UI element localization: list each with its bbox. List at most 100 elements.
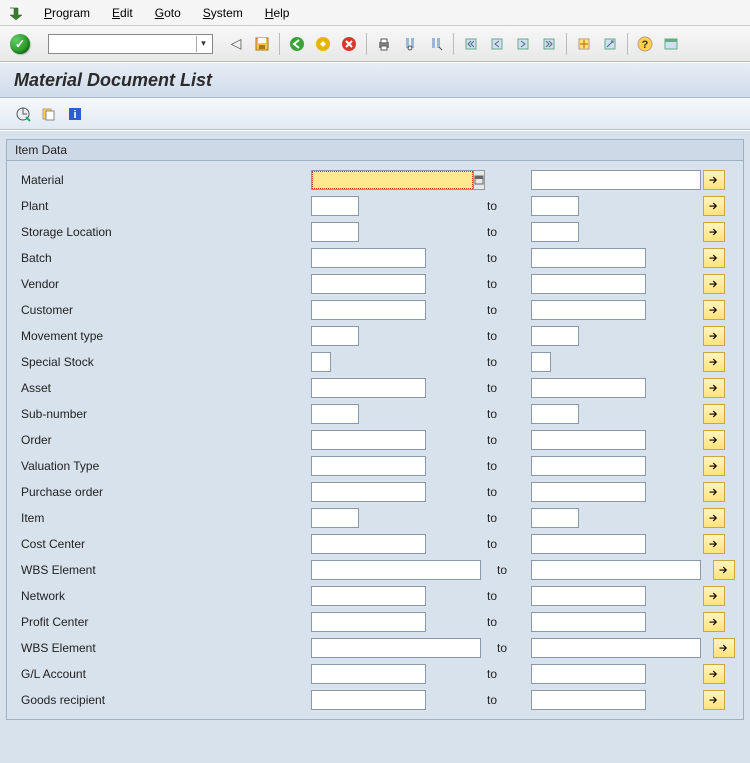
menu-goto[interactable]: Goto xyxy=(145,4,191,22)
from-input[interactable] xyxy=(311,456,426,476)
multiple-selection-button[interactable] xyxy=(703,612,725,632)
layout-button[interactable] xyxy=(660,33,682,55)
from-input[interactable] xyxy=(311,170,474,190)
find-next-button[interactable] xyxy=(425,33,447,55)
from-input[interactable] xyxy=(311,508,359,528)
to-input[interactable] xyxy=(531,404,579,424)
to-label: to xyxy=(481,459,531,473)
help-button[interactable]: ? xyxy=(634,33,656,55)
from-input[interactable] xyxy=(311,612,426,632)
execute-button[interactable] xyxy=(14,105,32,123)
to-input[interactable] xyxy=(531,170,701,190)
field-label: Profit Center xyxy=(21,615,311,629)
multiple-selection-button[interactable] xyxy=(703,586,725,606)
to-input[interactable] xyxy=(531,482,646,502)
multiple-selection-button[interactable] xyxy=(703,404,725,424)
from-input[interactable] xyxy=(311,638,481,658)
multiple-selection-button[interactable] xyxy=(703,300,725,320)
app-menu-icon[interactable] xyxy=(8,5,24,21)
cancel-button[interactable] xyxy=(338,33,360,55)
from-input[interactable] xyxy=(311,300,426,320)
to-input[interactable] xyxy=(531,326,579,346)
dropdown-icon[interactable]: ▾ xyxy=(196,36,210,52)
multiple-selection-button[interactable] xyxy=(703,456,725,476)
multiple-selection-button[interactable] xyxy=(703,248,725,268)
multiple-selection-button[interactable] xyxy=(703,196,725,216)
to-input[interactable] xyxy=(531,690,646,710)
multiple-selection-button[interactable] xyxy=(703,534,725,554)
multiple-selection-button[interactable] xyxy=(703,690,725,710)
from-input[interactable] xyxy=(311,326,359,346)
enter-button[interactable]: ✓ xyxy=(10,34,30,54)
multiple-selection-button[interactable] xyxy=(713,638,735,658)
menu-system[interactable]: System xyxy=(193,4,253,22)
shortcut-button[interactable] xyxy=(599,33,621,55)
menu-program[interactable]: Program xyxy=(34,4,100,22)
to-input[interactable] xyxy=(531,508,579,528)
find-button[interactable] xyxy=(399,33,421,55)
multiple-selection-button[interactable] xyxy=(703,508,725,528)
to-input[interactable] xyxy=(531,586,646,606)
get-variant-button[interactable] xyxy=(40,105,58,123)
row-item: Itemto xyxy=(7,505,743,531)
to-input[interactable] xyxy=(531,248,646,268)
menu-help[interactable]: Help xyxy=(255,4,300,22)
to-input[interactable] xyxy=(531,560,701,580)
multiple-selection-button[interactable] xyxy=(703,482,725,502)
exit-button[interactable] xyxy=(312,33,334,55)
menu-bar: ProgramEditGotoSystemHelp xyxy=(0,0,750,26)
to-input[interactable] xyxy=(531,274,646,294)
command-field[interactable]: ▾ xyxy=(48,34,213,54)
to-input[interactable] xyxy=(531,664,646,684)
from-input[interactable] xyxy=(311,586,426,606)
to-input[interactable] xyxy=(531,352,551,372)
multiple-selection-button[interactable] xyxy=(703,378,725,398)
menu-edit[interactable]: Edit xyxy=(102,4,143,22)
to-input[interactable] xyxy=(531,196,579,216)
multiple-selection-button[interactable] xyxy=(703,430,725,450)
print-button[interactable] xyxy=(373,33,395,55)
multiple-selection-button[interactable] xyxy=(703,352,725,372)
next-page-button[interactable] xyxy=(512,33,534,55)
first-page-button[interactable] xyxy=(460,33,482,55)
row-wbs-element: WBS Elementto xyxy=(7,557,743,583)
to-input[interactable] xyxy=(531,612,646,632)
last-page-button[interactable] xyxy=(538,33,560,55)
prev-page-button[interactable] xyxy=(486,33,508,55)
from-input[interactable] xyxy=(311,378,426,398)
multiple-selection-button[interactable] xyxy=(703,222,725,242)
to-label: to xyxy=(481,407,531,421)
multiple-selection-button[interactable] xyxy=(703,274,725,294)
from-input[interactable] xyxy=(311,690,426,710)
from-input[interactable] xyxy=(311,560,481,580)
from-input[interactable] xyxy=(311,222,359,242)
multiple-selection-button[interactable] xyxy=(713,560,735,580)
row-network: Networkto xyxy=(7,583,743,609)
from-input[interactable] xyxy=(311,404,359,424)
info-button[interactable]: i xyxy=(66,105,84,123)
from-input[interactable] xyxy=(311,274,426,294)
from-input[interactable] xyxy=(311,482,426,502)
new-session-button[interactable] xyxy=(573,33,595,55)
to-input[interactable] xyxy=(531,534,646,554)
from-input[interactable] xyxy=(311,664,426,684)
to-input[interactable] xyxy=(531,300,646,320)
to-input[interactable] xyxy=(531,378,646,398)
value-help-button[interactable] xyxy=(473,170,485,190)
from-input[interactable] xyxy=(311,196,359,216)
back-green-button[interactable] xyxy=(286,33,308,55)
from-input[interactable] xyxy=(311,534,426,554)
multiple-selection-button[interactable] xyxy=(703,326,725,346)
to-input[interactable] xyxy=(531,456,646,476)
to-input[interactable] xyxy=(531,638,701,658)
back-button[interactable]: ◁ xyxy=(225,33,247,55)
save-button[interactable] xyxy=(251,33,273,55)
from-input[interactable] xyxy=(311,430,426,450)
from-input[interactable] xyxy=(311,248,426,268)
multiple-selection-button[interactable] xyxy=(703,170,725,190)
from-input[interactable] xyxy=(311,352,331,372)
multiple-selection-button[interactable] xyxy=(703,664,725,684)
to-input[interactable] xyxy=(531,222,579,242)
row-plant: Plantto xyxy=(7,193,743,219)
to-input[interactable] xyxy=(531,430,646,450)
